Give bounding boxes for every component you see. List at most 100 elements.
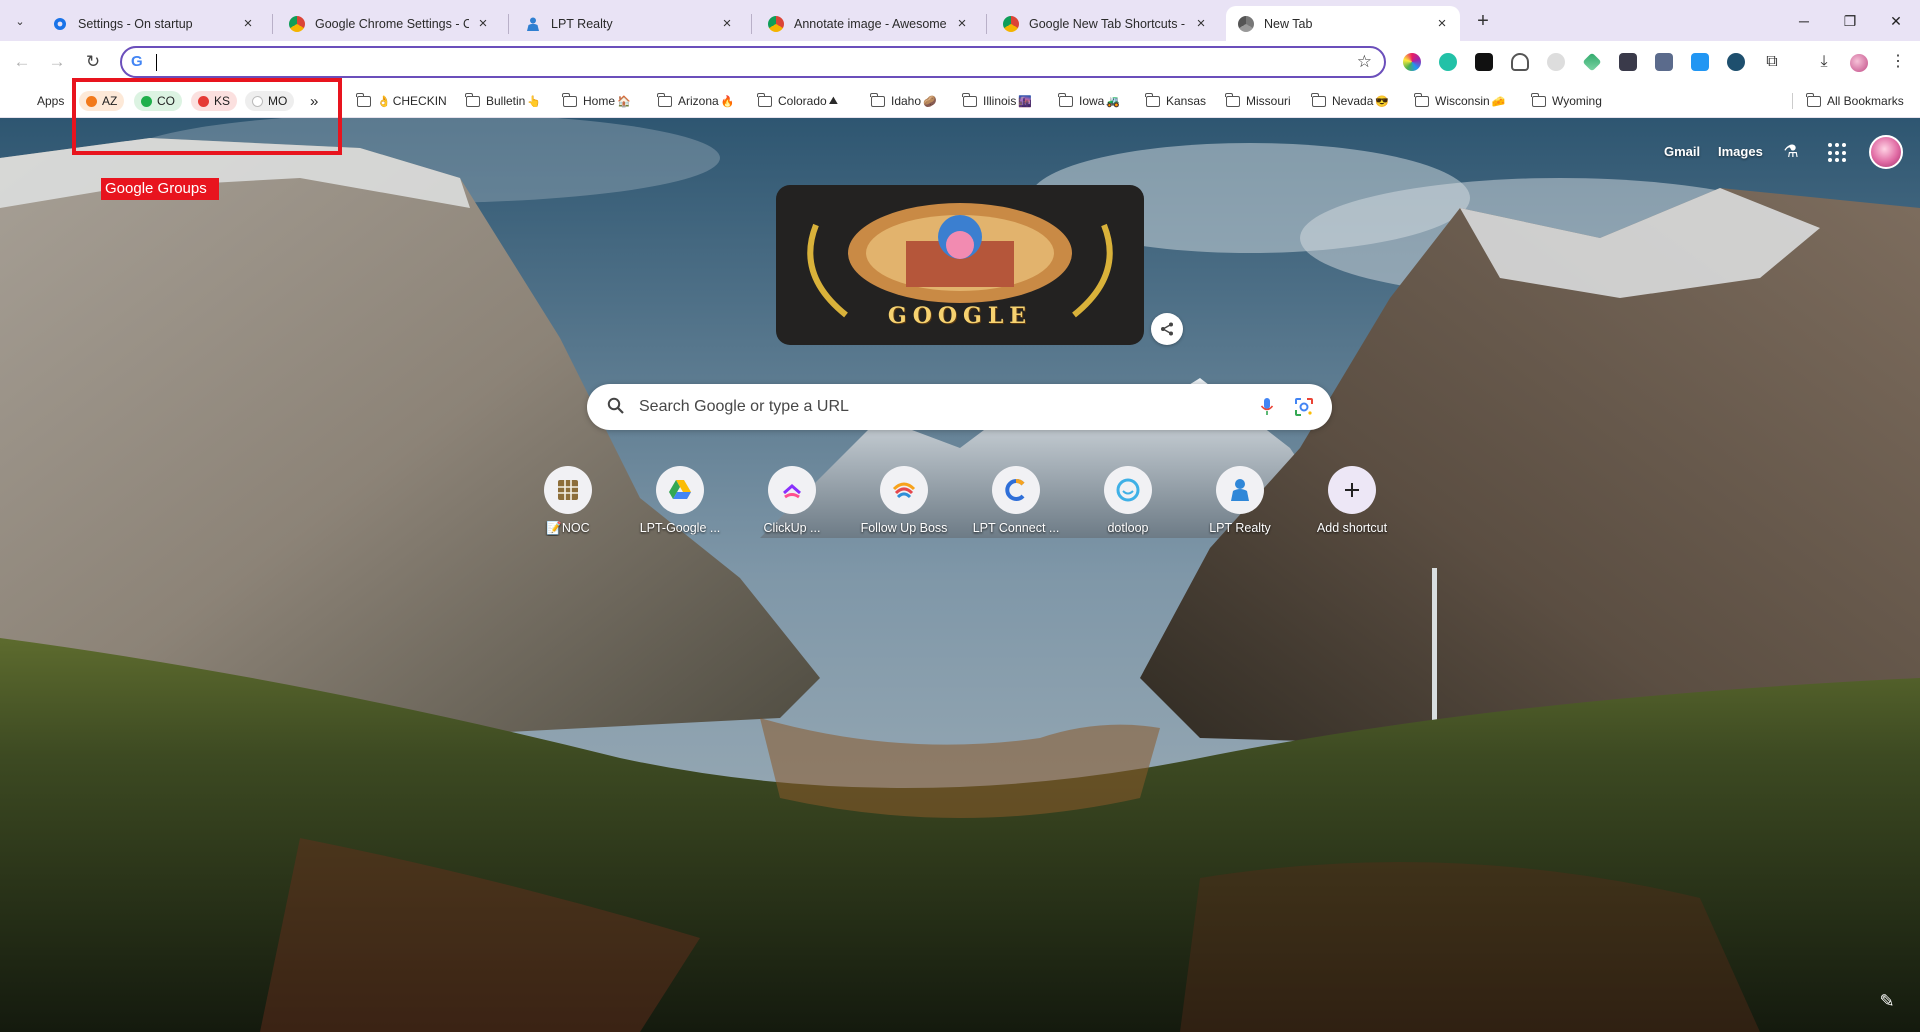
chrome-icon	[289, 15, 305, 32]
bookmark-folder-iowa[interactable]: Iowa 🚜	[1058, 90, 1120, 112]
bookmark-folder-idaho[interactable]: Idaho 🥔	[870, 90, 937, 112]
shortcut-tile[interactable]: 📝NOC	[512, 464, 624, 560]
minimize-button[interactable]: ─	[1782, 8, 1826, 34]
bookmark-folder-colorado[interactable]: Colorado ⛰	[757, 90, 838, 112]
menu-button[interactable]: ⋮	[1886, 50, 1910, 74]
shortcut-label: LPT-Google ...	[639, 521, 721, 535]
labs-flask-icon[interactable]: ⚗	[1781, 142, 1801, 162]
shortcut-label: Add shortcut	[1316, 521, 1388, 535]
bookmark-folder-nevada[interactable]: Nevada 😎	[1311, 90, 1390, 112]
shortcut-tile[interactable]: ClickUp ...	[736, 464, 848, 560]
tab-lpt-realty[interactable]: LPT Realty ×	[513, 6, 745, 41]
close-icon[interactable]: ×	[240, 15, 256, 32]
doodle-text: GOOGLE	[887, 303, 1033, 329]
emoji: 🌆	[1018, 95, 1033, 108]
search-icon	[607, 397, 624, 414]
lpt-connect-icon	[992, 466, 1040, 514]
all-bookmarks-label: All Bookmarks	[1827, 94, 1904, 108]
shortcut-tile[interactable]: LPT Connect ...	[960, 464, 1072, 560]
clickup-icon	[768, 466, 816, 514]
extension-color-icon[interactable]	[1403, 53, 1421, 71]
person-icon	[1216, 466, 1264, 514]
shortcut-label: 📝NOC	[546, 521, 590, 535]
share-icon	[1161, 322, 1173, 336]
close-icon[interactable]: ×	[1434, 15, 1450, 32]
folder-icon	[356, 92, 371, 107]
folder-label: Missouri	[1246, 94, 1291, 108]
forward-button[interactable]: →	[45, 50, 69, 74]
shortcut-label: Follow Up Boss	[860, 521, 948, 535]
emoji: 🔥	[720, 95, 735, 108]
extension-green-icon[interactable]	[1582, 52, 1602, 72]
tab-chrome-settings[interactable]: Google Chrome Settings - On s ×	[277, 6, 501, 41]
bookmark-folder-wisconsin[interactable]: Wisconsin 🧀	[1414, 90, 1505, 112]
reload-button[interactable]: ↻	[81, 50, 105, 74]
all-bookmarks-button[interactable]: All Bookmarks	[1806, 90, 1904, 112]
bookmark-folder-kansas[interactable]: Kansas	[1145, 90, 1207, 112]
cloud-icon[interactable]	[1511, 53, 1529, 71]
search-placeholder: Search Google or type a URL	[639, 398, 849, 415]
bookmark-folder-illinois[interactable]: Illinois 🌆	[962, 90, 1033, 112]
downloads-button[interactable]: ⤓	[1812, 50, 1836, 74]
folder-label: Wyoming	[1552, 94, 1602, 108]
customize-chrome-button[interactable]: ✎	[1870, 984, 1904, 1018]
extension-blue-icon[interactable]	[1691, 53, 1709, 71]
folder-label: Kansas	[1166, 94, 1207, 108]
bookmark-folder-wyoming[interactable]: Wyoming	[1531, 90, 1602, 112]
close-icon[interactable]: ×	[1193, 15, 1209, 32]
google-lens-icon[interactable]	[1294, 397, 1314, 417]
puzzle-icon: ⧉	[1766, 53, 1778, 70]
restore-icon: ❐	[1843, 13, 1857, 29]
shortcut-tile[interactable]: dotloop	[1072, 464, 1184, 560]
google-doodle[interactable]: GOOGLE	[776, 185, 1144, 345]
apps-label: Apps	[37, 94, 65, 108]
restore-button[interactable]: ❐	[1828, 8, 1872, 34]
google-apps-icon[interactable]	[1828, 143, 1848, 163]
bookmark-folder-missouri[interactable]: Missouri	[1225, 90, 1291, 112]
shortcut-tile[interactable]: LPT Realty	[1184, 464, 1296, 560]
chrome-icon	[1238, 15, 1254, 32]
microphone-icon[interactable]	[1260, 397, 1274, 417]
tab-annotate-image[interactable]: Annotate image - Awesome Sc ×	[756, 6, 980, 41]
profile-avatar[interactable]	[1850, 54, 1868, 72]
account-avatar[interactable]	[1869, 135, 1903, 169]
close-icon[interactable]: ×	[475, 15, 491, 32]
close-icon[interactable]: ×	[719, 15, 735, 32]
add-shortcut-button[interactable]: Add shortcut	[1296, 464, 1408, 560]
plus-icon: +	[1477, 10, 1489, 32]
extensions-button[interactable]: ⧉	[1760, 50, 1784, 74]
images-link[interactable]: Images	[1718, 144, 1763, 159]
address-bar[interactable]: G ☆	[120, 46, 1386, 78]
tab-search-button[interactable]: ⌄	[8, 9, 32, 33]
bookmark-folder-home[interactable]: Home 🏠	[562, 90, 631, 112]
gmail-link[interactable]: Gmail	[1664, 144, 1700, 159]
bookmark-folder-arizona[interactable]: Arizona 🔥	[657, 90, 735, 112]
shortcut-tile[interactable]: LPT-Google ...	[624, 464, 736, 560]
extension-teal-icon[interactable]	[1439, 53, 1457, 71]
tab-new-tab-shortcuts[interactable]: Google New Tab Shortcuts - Aw ×	[991, 6, 1219, 41]
emoji: 😎	[1375, 95, 1390, 108]
folder-icon	[1225, 92, 1240, 107]
apps-bookmark[interactable]: Apps	[18, 90, 64, 112]
extension-dark-icon[interactable]	[1475, 53, 1493, 71]
extension-gray-icon[interactable]	[1547, 53, 1565, 71]
close-window-button[interactable]: ✕	[1874, 8, 1918, 34]
close-icon[interactable]: ×	[954, 15, 970, 32]
tab-new-tab[interactable]: New Tab ×	[1226, 6, 1460, 41]
extension-script-icon[interactable]	[1619, 53, 1637, 71]
shortcut-tile[interactable]: Follow Up Boss	[848, 464, 960, 560]
new-tab-button[interactable]: +	[1470, 8, 1496, 34]
shortcut-label: LPT Connect ...	[972, 521, 1060, 535]
bookmark-folder-checkin[interactable]: 👌 CHECKIN	[356, 90, 447, 112]
ntp-search-box[interactable]: Search Google or type a URL	[587, 384, 1332, 430]
extension-screen-icon[interactable]	[1655, 53, 1673, 71]
tab-settings[interactable]: Settings - On startup ×	[40, 6, 266, 41]
bookmark-folder-bulletin[interactable]: Bulletin 👆	[465, 90, 541, 112]
chevron-down-icon: ⌄	[15, 15, 25, 28]
sheets-grid-icon	[544, 466, 592, 514]
back-button[interactable]: ←	[10, 50, 34, 74]
extension-navy-icon[interactable]	[1727, 53, 1745, 71]
doodle-share-button[interactable]	[1151, 313, 1183, 345]
tab-separator	[508, 14, 509, 34]
star-icon[interactable]: ☆	[1357, 52, 1372, 72]
